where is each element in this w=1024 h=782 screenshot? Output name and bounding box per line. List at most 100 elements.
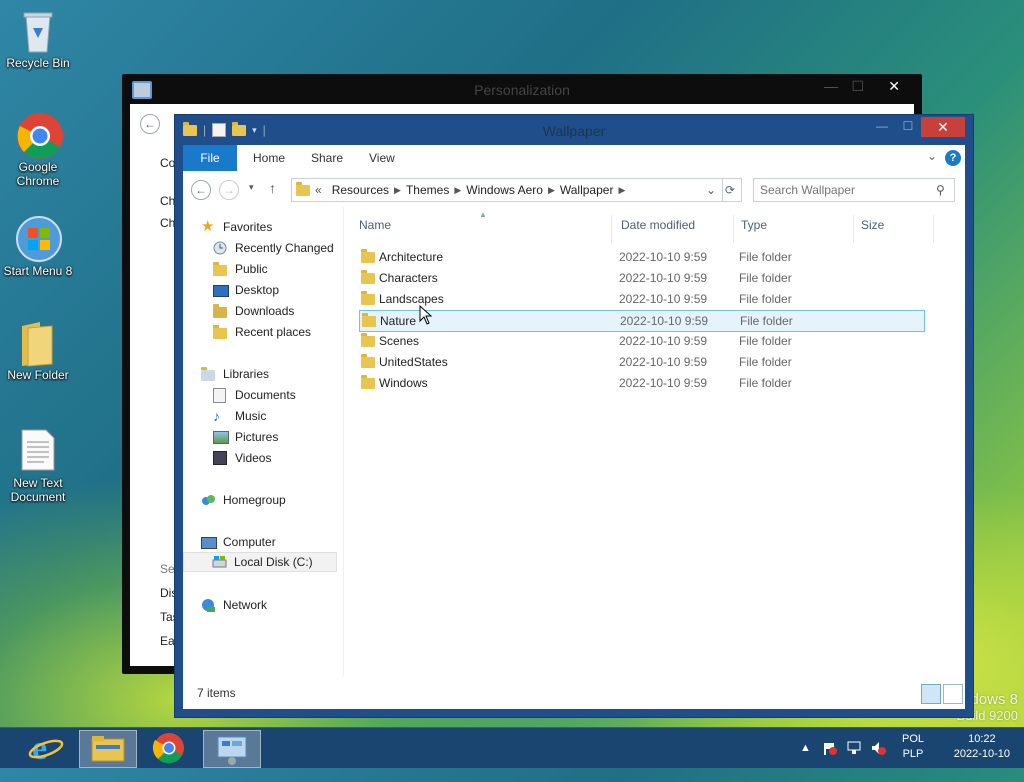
desktop-icon-label: Recycle Bin — [6, 56, 70, 70]
star-icon: ★ — [201, 218, 215, 235]
chevron-right-icon[interactable]: ▶ — [454, 185, 461, 196]
nav-favorites[interactable]: ★ Favorites — [201, 217, 272, 237]
nav-music[interactable]: ♪ Music — [213, 406, 266, 426]
folder-icon — [213, 325, 229, 339]
taskbar-file-explorer[interactable] — [79, 730, 137, 768]
taskbar-personalization[interactable] — [203, 730, 261, 768]
nav-label: Libraries — [223, 367, 270, 381]
search-input[interactable] — [754, 182, 932, 198]
pictures-icon — [213, 430, 229, 444]
nav-recent-places[interactable]: Recent places — [213, 322, 311, 342]
explorer-window[interactable]: | ▾ | Wallpaper — ☐ ✕ File Home Share Vi… — [174, 114, 974, 718]
column-separator[interactable] — [853, 215, 854, 243]
chevron-right-icon[interactable]: ▶ — [548, 185, 555, 196]
search-icon[interactable]: ⚲ — [936, 183, 945, 197]
nav-recently-changed[interactable]: Recently Changed — [213, 238, 334, 258]
maximize-button[interactable]: ☐ — [851, 78, 864, 95]
table-row[interactable]: Landscapes 2022-10-10 9:59 File folder — [359, 289, 923, 309]
column-header-type[interactable]: Type — [741, 207, 767, 233]
action-center-icon[interactable] — [822, 740, 838, 780]
file-type: File folder — [740, 314, 793, 328]
back-button[interactable]: ← — [191, 180, 211, 200]
nav-label: Homegroup — [223, 493, 286, 507]
expand-ribbon-icon[interactable]: ⌄ — [927, 149, 937, 163]
nav-network[interactable]: Network — [201, 595, 267, 615]
show-hidden-icons[interactable]: ▲ — [800, 742, 811, 782]
chevron-right-icon[interactable]: ▶ — [618, 185, 625, 196]
title-bar[interactable]: | ▾ | Wallpaper — ☐ ✕ — [175, 115, 973, 145]
column-separator[interactable] — [611, 215, 612, 243]
folder-icon — [361, 270, 375, 284]
nav-pictures[interactable]: Pictures — [213, 427, 278, 447]
desktop-icon-recycle-bin[interactable]: Recycle Bin — [0, 8, 76, 70]
folder-icon — [361, 375, 375, 389]
nav-libraries[interactable]: Libraries — [201, 364, 269, 384]
recent-locations-icon[interactable]: ▾ — [249, 182, 254, 193]
tab-share[interactable]: Share — [311, 145, 343, 171]
volume-muted-icon[interactable] — [870, 740, 886, 780]
file-type: File folder — [739, 292, 792, 306]
nav-desktop[interactable]: Desktop — [213, 280, 279, 300]
table-row[interactable]: Windows 2022-10-10 9:59 File folder — [359, 373, 923, 393]
up-arrow-icon[interactable]: ↑ — [269, 180, 276, 196]
minimize-button[interactable]: — — [824, 78, 838, 94]
system-clock[interactable]: 10:22 2022-10-10 — [954, 732, 1010, 762]
desktop-icon-new-text-document[interactable]: New Text Document — [0, 428, 76, 504]
breadcrumb-item[interactable]: Themes — [406, 183, 449, 197]
chrome-icon — [152, 733, 184, 764]
documents-icon — [213, 388, 229, 403]
refresh-button[interactable]: ⟳ — [719, 178, 742, 202]
folder-icon — [16, 320, 60, 367]
tab-home[interactable]: Home — [253, 145, 285, 171]
desktop-icon-google-chrome[interactable]: Google Chrome — [0, 112, 76, 188]
table-row[interactable]: Characters 2022-10-10 9:59 File folder — [359, 268, 923, 288]
desktop-icon-start-menu-8[interactable]: Start Menu 8 — [0, 216, 76, 278]
nav-computer[interactable]: Computer — [201, 532, 276, 552]
nav-label: Public — [235, 262, 268, 276]
nav-label: Network — [223, 598, 268, 612]
maximize-button[interactable]: ☐ — [895, 119, 921, 137]
nav-documents[interactable]: Documents — [213, 385, 296, 405]
nav-videos[interactable]: Videos — [213, 448, 271, 468]
nav-local-disk[interactable]: Local Disk (C:) — [183, 552, 337, 572]
close-button[interactable]: ✕ — [888, 78, 900, 95]
column-header-name[interactable]: Name — [359, 207, 391, 233]
nav-homegroup[interactable]: Homegroup — [201, 490, 286, 510]
tab-file[interactable]: File — [183, 145, 237, 171]
file-date-modified: 2022-10-10 9:59 — [620, 314, 709, 328]
breadcrumb-item[interactable]: Windows Aero — [466, 183, 543, 197]
address-bar[interactable]: « Resources ▶ Themes ▶ Windows Aero ▶ Wa… — [291, 178, 723, 202]
table-row[interactable]: Nature 2022-10-10 9:59 File folder — [359, 310, 925, 332]
column-separator[interactable] — [933, 215, 934, 243]
details-view-button[interactable] — [921, 684, 941, 704]
desktop-icon-new-folder[interactable]: New Folder — [0, 320, 76, 382]
input-language[interactable]: POL PLP — [902, 732, 924, 762]
help-icon[interactable]: ? — [945, 150, 961, 166]
large-icons-view-button[interactable] — [943, 684, 963, 704]
column-header-size[interactable]: Size — [861, 207, 884, 233]
table-row[interactable]: Scenes 2022-10-10 9:59 File folder — [359, 331, 923, 351]
forward-button[interactable]: → — [219, 180, 239, 200]
table-row[interactable]: Architecture 2022-10-10 9:59 File folder — [359, 247, 923, 267]
search-box[interactable]: ⚲ — [753, 178, 955, 202]
breadcrumb-overflow[interactable]: « — [315, 183, 322, 197]
chevron-down-icon[interactable]: ⌄ — [706, 183, 716, 197]
minimize-button[interactable]: — — [869, 119, 895, 137]
tab-view[interactable]: View — [369, 145, 395, 171]
clock-date: 2022-10-10 — [953, 748, 1010, 760]
breadcrumb-item[interactable]: Wallpaper — [560, 183, 614, 197]
column-header-date-modified[interactable]: Date modified — [621, 207, 695, 233]
back-button[interactable]: ← — [140, 114, 160, 134]
table-row[interactable]: UnitedStates 2022-10-10 9:59 File folder — [359, 352, 923, 372]
nav-public[interactable]: Public — [213, 259, 268, 279]
column-separator[interactable] — [733, 215, 734, 243]
close-button[interactable]: ✕ — [921, 117, 965, 137]
chevron-right-icon[interactable]: ▶ — [394, 185, 401, 196]
nav-downloads[interactable]: Downloads — [213, 301, 294, 321]
taskbar-internet-explorer[interactable]: e — [18, 730, 74, 767]
window-title: Personalization — [474, 82, 570, 98]
breadcrumb-item[interactable]: Resources — [332, 183, 389, 197]
taskbar-google-chrome[interactable] — [141, 730, 197, 766]
network-status-icon[interactable] — [846, 740, 862, 780]
language-code: POL — [901, 733, 924, 745]
